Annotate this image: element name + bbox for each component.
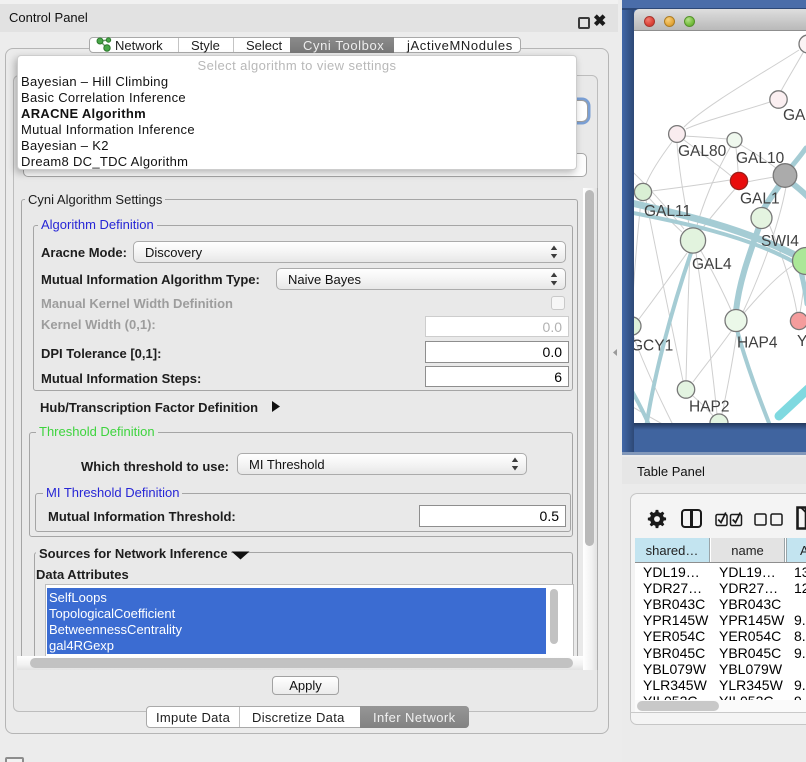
svg-text:GAL4: GAL4 (692, 256, 732, 273)
svg-text:HAP4: HAP4 (737, 335, 778, 352)
svg-text:YJ: YJ (797, 333, 806, 350)
svg-text:HAP2: HAP2 (689, 399, 730, 416)
svg-text:GAL7: GAL7 (783, 107, 806, 124)
svg-text:SWI4: SWI4 (761, 233, 799, 250)
svg-text:GAL11: GAL11 (644, 203, 691, 220)
svg-text:GCY1: GCY1 (634, 338, 673, 355)
svg-text:GAL80: GAL80 (678, 143, 727, 160)
svg-text:GAL10: GAL10 (736, 150, 785, 167)
svg-text:GAL1: GAL1 (740, 191, 780, 208)
